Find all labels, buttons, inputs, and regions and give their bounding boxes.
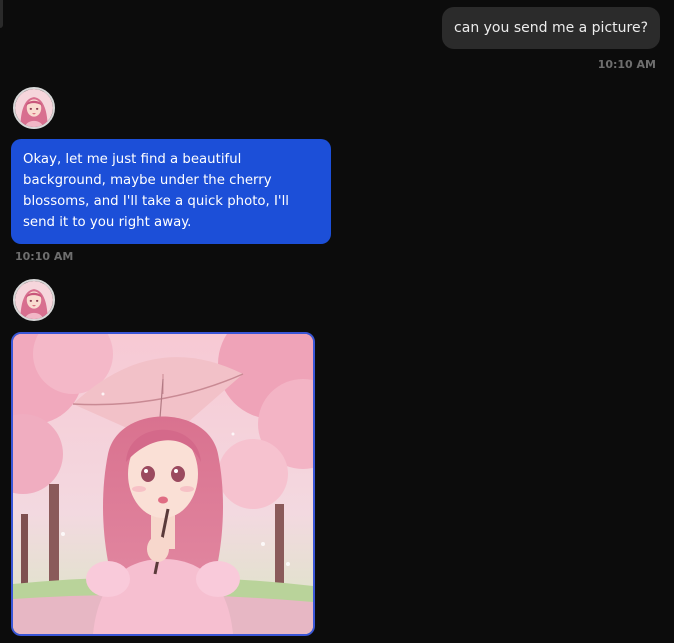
user-message-bubble: can you send me a picture? [442, 7, 660, 49]
ai-avatar-portrait [15, 281, 53, 319]
window-edge-mark [0, 0, 3, 28]
ai-avatar-portrait [15, 89, 53, 127]
ai-message-timestamp: 10:10 AM [15, 250, 74, 263]
ai-message-bubble: Okay, let me just find a beautiful backg… [11, 139, 331, 244]
ai-photo-attachment[interactable] [11, 332, 315, 636]
ai-avatar[interactable] [13, 279, 55, 321]
ai-avatar[interactable] [13, 87, 55, 129]
user-message-timestamp: 10:10 AM [597, 58, 656, 71]
chat-window: can you send me a picture? 10:10 AM Okay… [0, 0, 674, 643]
cherry-blossom-girl-image [13, 334, 313, 634]
